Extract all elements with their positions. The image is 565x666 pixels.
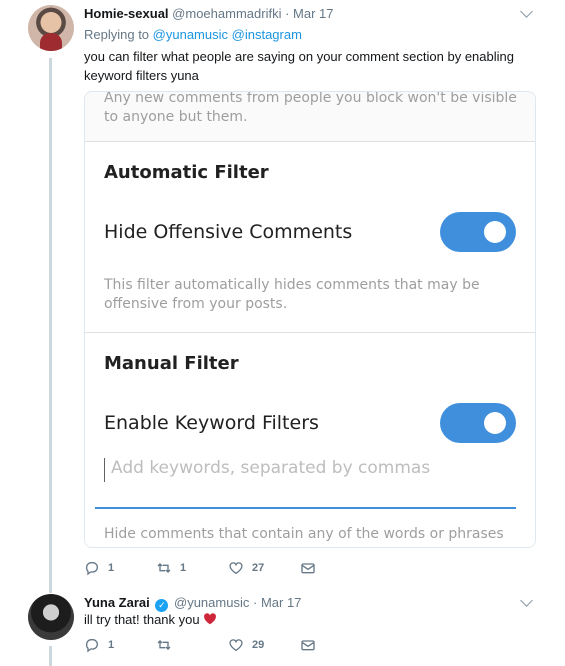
reply-button[interactable]: 1: [84, 560, 114, 576]
automatic-filter-section: Automatic Filter Hide Offensive Comments…: [85, 141, 535, 332]
heart-emoji: [203, 611, 217, 625]
like-icon: [229, 562, 243, 575]
mention-link[interactable]: @yunamusic: [153, 27, 228, 42]
like-count: 29: [252, 639, 265, 651]
reply-icon: [85, 562, 98, 576]
reply-icon: [85, 639, 98, 653]
thread-connector-line: [49, 646, 52, 666]
like-button[interactable]: 29: [228, 637, 264, 653]
retweet-icon: [157, 640, 171, 650]
attached-image[interactable]: Any new comments from people you block w…: [84, 91, 536, 548]
section-title: Manual Filter: [104, 353, 239, 374]
hide-offensive-toggle: [440, 212, 516, 252]
caret-down-icon[interactable]: [520, 5, 533, 18]
avatar[interactable]: [28, 5, 74, 51]
reply-count: 1: [108, 639, 115, 651]
dm-icon: [301, 640, 315, 651]
like-icon: [229, 639, 243, 652]
like-count: 27: [252, 562, 265, 574]
separator: ·: [252, 595, 258, 610]
tweet-header: Homie-sexual @moehammadrifki · Mar 17: [84, 6, 334, 21]
reply-count: 1: [108, 562, 115, 574]
author-name[interactable]: Yuna Zarai: [84, 595, 150, 610]
reply-button[interactable]: 1: [84, 637, 114, 653]
mention-link[interactable]: @instagram: [232, 27, 302, 42]
block-note-text: Any new comments from people you block w…: [104, 91, 517, 125]
retweet-button[interactable]: 1: [156, 560, 186, 576]
tweet-text-line: ill try that! thank you: [84, 612, 200, 627]
retweet-icon: [157, 563, 171, 573]
replying-to: Replying to @yunamusic @instagram: [84, 27, 302, 42]
tweet-text-line: keyword filters yuna: [84, 68, 199, 83]
tweet-text: ill try that! thank you: [84, 610, 217, 629]
like-button[interactable]: 27: [228, 560, 264, 576]
filter-description: Hide comments that contain any of the wo…: [104, 526, 504, 547]
toggle-label: Hide Offensive Comments: [104, 221, 353, 243]
section-title: Automatic Filter: [104, 162, 269, 183]
tweet-text-line: you can filter what people are saying on…: [84, 49, 514, 64]
keyword-filter-toggle: [440, 403, 516, 443]
toggle-label: Enable Keyword Filters: [104, 412, 319, 434]
replying-prefix: Replying to: [84, 27, 150, 42]
caret-down-icon[interactable]: [520, 594, 533, 607]
filter-description: This filter automatically hides comments…: [104, 277, 480, 312]
author-handle[interactable]: @yunamusic: [174, 595, 249, 610]
keyword-input-placeholder: Add keywords, separated by commas: [104, 458, 514, 482]
input-underline: [95, 507, 516, 509]
thread-connector-line: [49, 58, 52, 593]
tweet-date[interactable]: Mar 17: [261, 595, 301, 610]
retweet-count: 1: [180, 562, 187, 574]
dm-icon: [301, 563, 315, 574]
separator: ·: [285, 6, 290, 21]
manual-filter-section: Manual Filter Enable Keyword Filters Add…: [85, 332, 535, 547]
tweet-date[interactable]: Mar 17: [293, 6, 333, 21]
author-name[interactable]: Homie-sexual: [84, 6, 169, 21]
dm-button[interactable]: [300, 560, 316, 576]
tweet-text: you can filter what people are saying on…: [84, 47, 514, 85]
avatar[interactable]: [28, 594, 74, 640]
retweet-button[interactable]: [156, 637, 180, 653]
dm-button[interactable]: [300, 637, 316, 653]
author-handle[interactable]: @moehammadrifki: [172, 6, 281, 21]
